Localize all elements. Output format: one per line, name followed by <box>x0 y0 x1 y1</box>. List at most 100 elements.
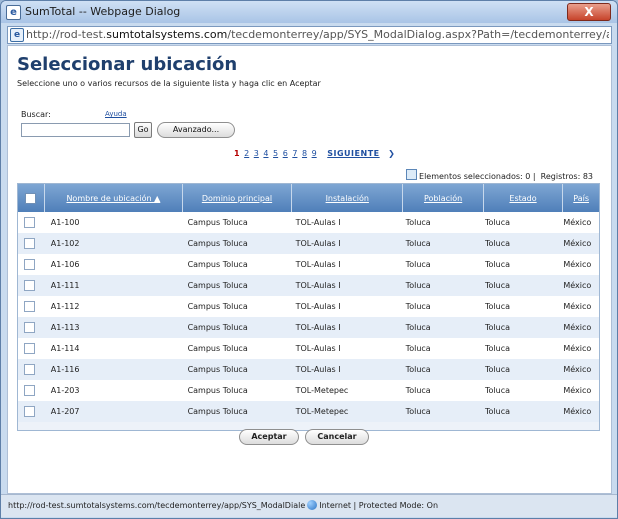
cell-estado: Toluca <box>485 407 511 416</box>
table-row[interactable]: A1-111 Campus Toluca TOL-Aulas I Toluca … <box>18 275 599 296</box>
cell-pais: México <box>563 365 592 374</box>
table-row[interactable]: A1-207 Campus Toluca TOL-Metepec Toluca … <box>18 401 599 422</box>
page-link[interactable]: 9 <box>312 149 317 158</box>
cell-poblacion: Toluca <box>405 386 431 395</box>
address-url: http://rod-test.sumtotalsystems.com/tecd… <box>26 28 609 41</box>
row-checkbox[interactable] <box>24 343 35 354</box>
cell-instalacion: TOL-Aulas I <box>295 260 341 269</box>
row-checkbox[interactable] <box>24 217 35 228</box>
cell-instalacion: TOL-Aulas I <box>295 281 341 290</box>
table-row[interactable]: A1-102 Campus Toluca TOL-Aulas I Toluca … <box>18 233 599 254</box>
cell-estado: Toluca <box>485 239 511 248</box>
cell-dominio: Campus Toluca <box>187 218 248 227</box>
cell-dominio: Campus Toluca <box>187 281 248 290</box>
advanced-search-button[interactable]: Avanzado... <box>157 122 235 138</box>
accept-button[interactable]: Aceptar <box>239 429 299 445</box>
status-text: http://rod-test.sumtotalsystems.com/tecd… <box>8 500 438 510</box>
cell-estado: Toluca <box>485 302 511 311</box>
cell-poblacion: Toluca <box>405 302 431 311</box>
cell-estado: Toluca <box>485 386 511 395</box>
cell-pais: México <box>563 386 592 395</box>
close-button[interactable]: X <box>567 3 611 21</box>
cell-nombre: A1-111 <box>50 281 80 290</box>
table-row[interactable]: A1-100 Campus Toluca TOL-Aulas I Toluca … <box>18 212 599 233</box>
page-link[interactable]: 2 <box>244 149 249 158</box>
cell-pais: México <box>563 260 592 269</box>
cell-dominio: Campus Toluca <box>187 239 248 248</box>
select-all-checkbox[interactable] <box>25 192 37 204</box>
search-input[interactable] <box>21 123 130 137</box>
row-checkbox[interactable] <box>24 364 35 375</box>
cell-pais: México <box>563 407 592 416</box>
row-checkbox[interactable] <box>24 301 35 312</box>
cell-nombre: A1-113 <box>50 323 80 332</box>
cell-dominio: Campus Toluca <box>187 323 248 332</box>
column-header-pais[interactable]: País <box>563 184 599 212</box>
row-checkbox[interactable] <box>24 406 35 417</box>
table-row[interactable]: A1-114 Campus Toluca TOL-Aulas I Toluca … <box>18 338 599 359</box>
cell-instalacion: TOL-Aulas I <box>295 218 341 227</box>
table-header: Nombre de ubicación ▲ Dominio principal … <box>18 184 599 212</box>
cell-poblacion: Toluca <box>405 323 431 332</box>
column-header-instalacion[interactable]: Instalación <box>292 184 404 212</box>
dialog-content: Seleccionar ubicación Seleccione uno o v… <box>7 45 612 494</box>
cell-nombre: A1-114 <box>50 344 80 353</box>
cell-instalacion: TOL-Aulas I <box>295 365 341 374</box>
help-link[interactable]: Ayuda <box>105 110 127 118</box>
title-bar: e SumTotal -- Webpage Dialog X <box>1 1 617 23</box>
cell-estado: Toluca <box>485 281 511 290</box>
row-checkbox[interactable] <box>24 322 35 333</box>
cell-instalacion: TOL-Aulas I <box>295 323 341 332</box>
table-row[interactable]: A1-112 Campus Toluca TOL-Aulas I Toluca … <box>18 296 599 317</box>
table-footer <box>18 422 599 430</box>
cancel-button[interactable]: Cancelar <box>305 429 369 445</box>
go-button[interactable]: Go <box>134 122 152 138</box>
cell-nombre: A1-112 <box>50 302 80 311</box>
page-link[interactable]: 7 <box>292 149 297 158</box>
page-title: Seleccionar ubicación <box>17 54 238 75</box>
cell-pais: México <box>563 344 592 353</box>
row-checkbox[interactable] <box>24 280 35 291</box>
cell-poblacion: Toluca <box>405 407 431 416</box>
page-link[interactable]: 4 <box>263 149 268 158</box>
cell-instalacion: TOL-Aulas I <box>295 344 341 353</box>
chevron-right-icon[interactable]: ❯ <box>388 149 395 158</box>
cell-instalacion: TOL-Metepec <box>295 386 349 395</box>
table-body: A1-100 Campus Toluca TOL-Aulas I Toluca … <box>18 212 599 422</box>
column-header-poblacion[interactable]: Población <box>403 184 484 212</box>
page-link[interactable]: 8 <box>302 149 307 158</box>
cell-pais: México <box>563 302 592 311</box>
page-link[interactable]: 6 <box>283 149 288 158</box>
page-link[interactable]: 5 <box>273 149 278 158</box>
page-link[interactable]: 1 <box>234 149 240 158</box>
table-row[interactable]: A1-203 Campus Toluca TOL-Metepec Toluca … <box>18 380 599 401</box>
cell-poblacion: Toluca <box>405 239 431 248</box>
page-link[interactable]: 3 <box>254 149 259 158</box>
table-row[interactable]: A1-116 Campus Toluca TOL-Aulas I Toluca … <box>18 359 599 380</box>
column-header-nombre[interactable]: Nombre de ubicación ▲ <box>45 184 183 212</box>
row-checkbox[interactable] <box>24 385 35 396</box>
cell-nombre: A1-116 <box>50 365 80 374</box>
next-page-link[interactable]: SIGUIENTE <box>327 149 379 158</box>
dialog-window: e SumTotal -- Webpage Dialog X e http://… <box>0 0 618 519</box>
cell-poblacion: Toluca <box>405 260 431 269</box>
column-header-dominio[interactable]: Dominio principal <box>183 184 293 212</box>
locations-table: Nombre de ubicación ▲ Dominio principal … <box>17 183 600 431</box>
cell-estado: Toluca <box>485 344 511 353</box>
selection-icon[interactable] <box>406 169 418 180</box>
table-row[interactable]: A1-113 Campus Toluca TOL-Aulas I Toluca … <box>18 317 599 338</box>
row-checkbox[interactable] <box>24 259 35 270</box>
selected-count: Elementos seleccionados: 0 | <box>419 172 536 181</box>
records-count: Registros: 83 <box>540 172 593 181</box>
search-label: Buscar: <box>21 110 51 119</box>
cell-instalacion: TOL-Metepec <box>295 407 349 416</box>
cell-instalacion: TOL-Aulas I <box>295 302 341 311</box>
cell-dominio: Campus Toluca <box>187 260 248 269</box>
cell-estado: Toluca <box>485 365 511 374</box>
cell-nombre: A1-100 <box>50 218 80 227</box>
column-header-estado[interactable]: Estado <box>484 184 564 212</box>
row-checkbox[interactable] <box>24 238 35 249</box>
cell-poblacion: Toluca <box>405 218 431 227</box>
table-row[interactable]: A1-106 Campus Toluca TOL-Aulas I Toluca … <box>18 254 599 275</box>
cell-instalacion: TOL-Aulas I <box>295 239 341 248</box>
